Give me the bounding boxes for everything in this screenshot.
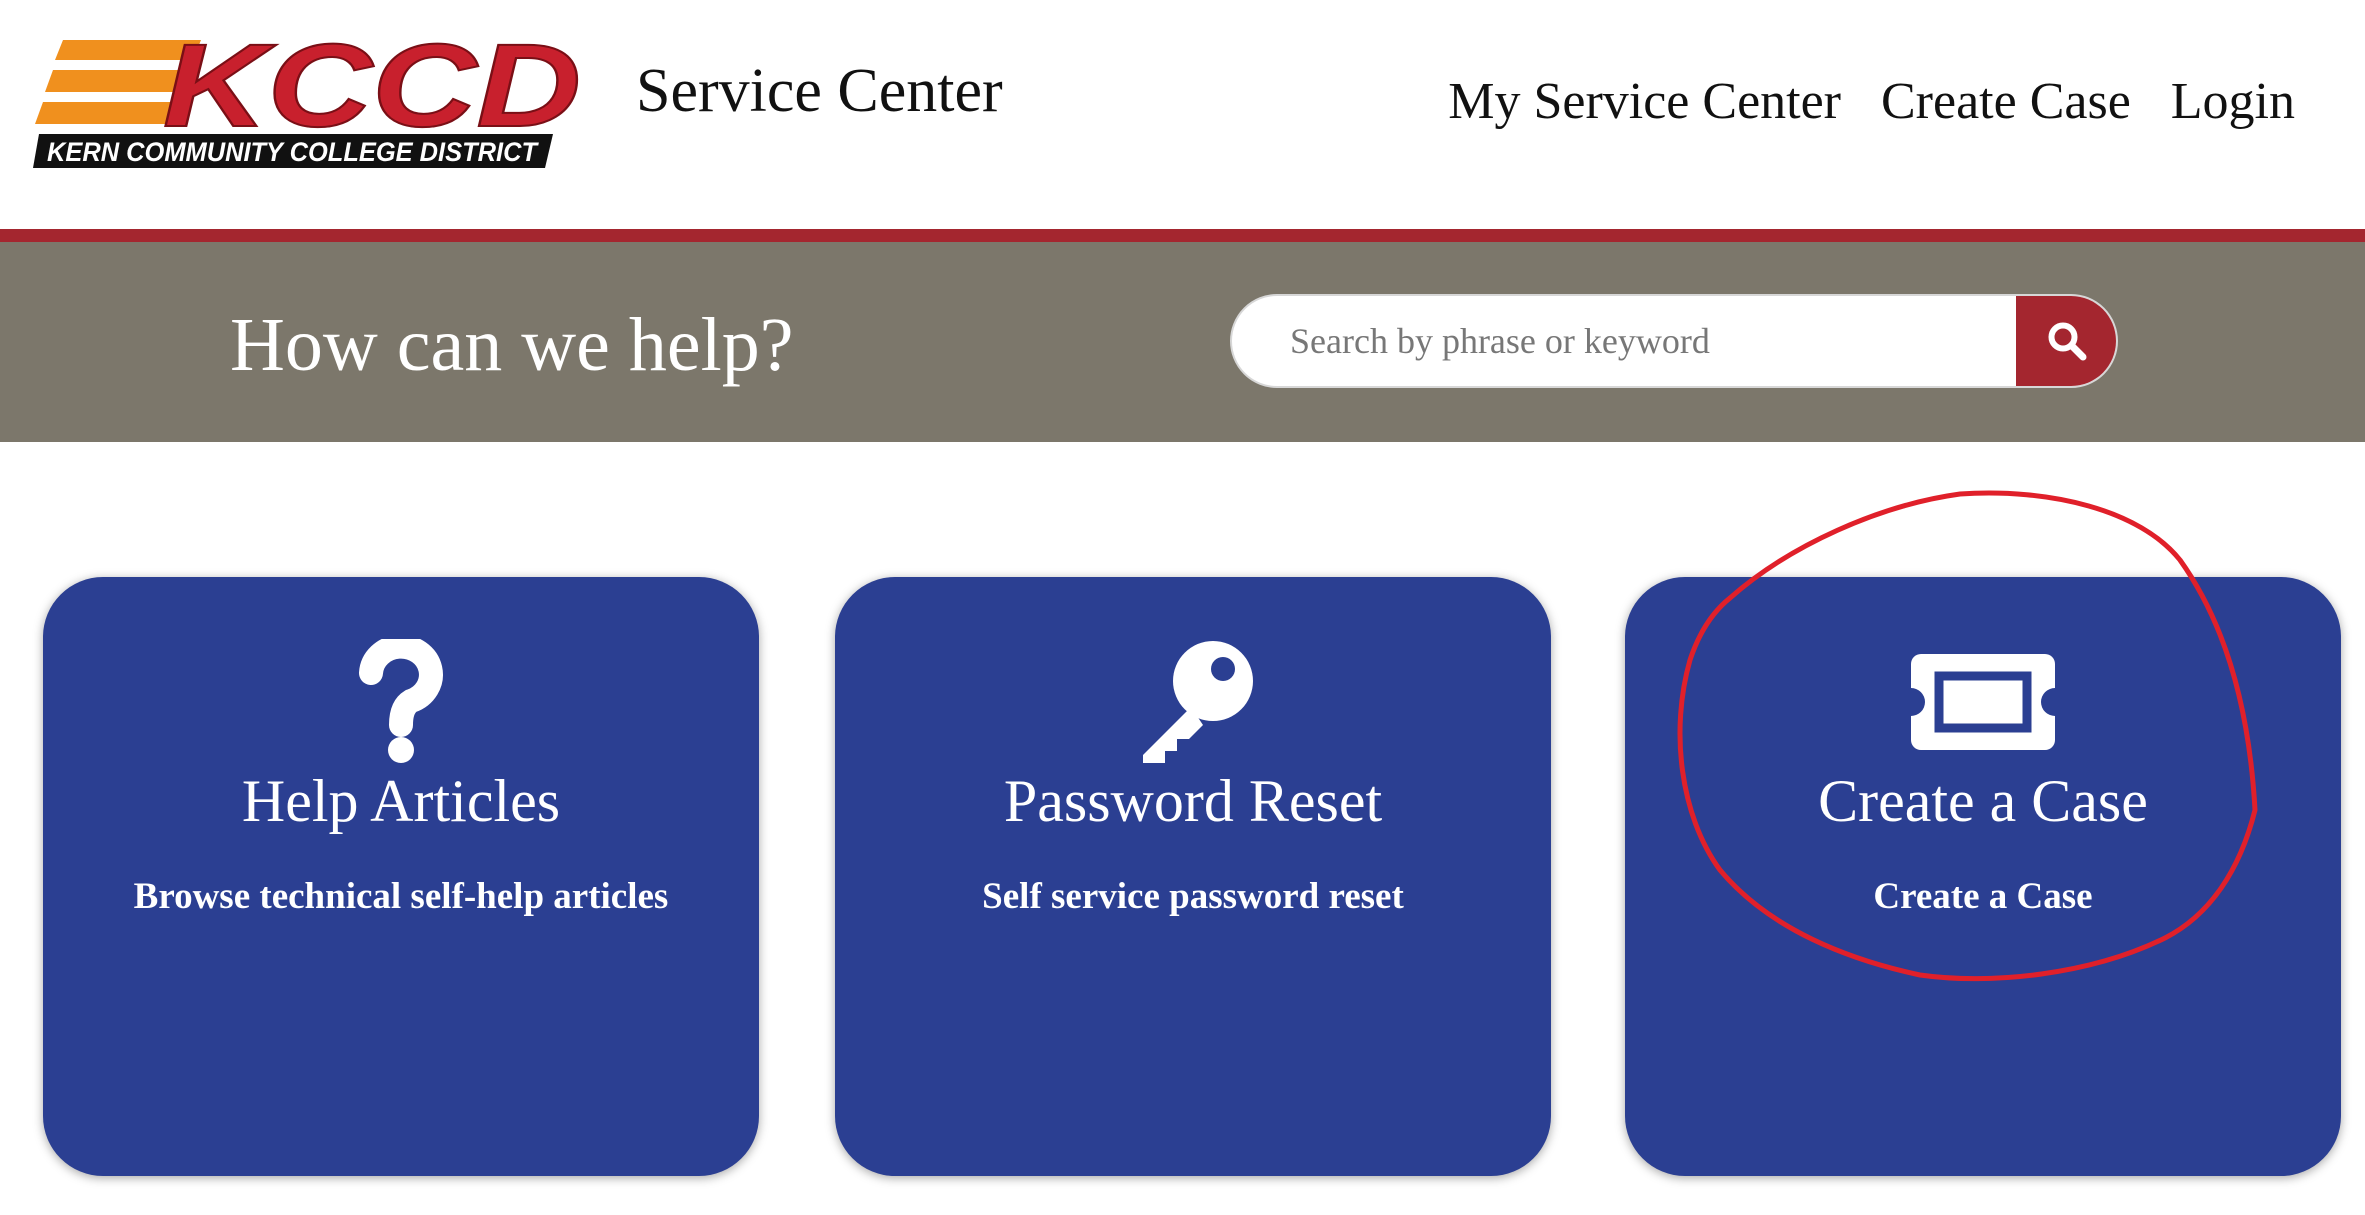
key-icon bbox=[835, 637, 1551, 765]
tile-subtitle: Self service password reset bbox=[982, 876, 1404, 917]
tile-create-case[interactable]: Create a Case Create a Case bbox=[1625, 577, 2341, 1176]
search-button[interactable] bbox=[2016, 296, 2116, 386]
tile-subtitle: Create a Case bbox=[1873, 876, 2093, 917]
tile-title: Help Articles bbox=[241, 768, 561, 834]
site-header: KCCD KERN COMMUNITY COLLEGE DISTRICT Ser… bbox=[0, 0, 2365, 229]
hero-title: How can we help? bbox=[230, 303, 794, 387]
search-icon bbox=[2048, 322, 2087, 361]
tile-title: Password Reset bbox=[1003, 768, 1383, 834]
site-title: Service Center bbox=[636, 57, 1003, 125]
kccd-logo[interactable]: KCCD KERN COMMUNITY COLLEGE DISTRICT bbox=[33, 36, 585, 168]
nav-create-case[interactable]: Create Case bbox=[1881, 72, 2131, 131]
logo-tagline: KERN COMMUNITY COLLEGE DISTRICT bbox=[47, 137, 539, 167]
question-mark-icon bbox=[43, 639, 759, 763]
tile-title: Create a Case bbox=[1818, 768, 2148, 834]
search-input[interactable] bbox=[1232, 296, 2012, 386]
ticket-icon bbox=[1625, 654, 2341, 750]
tile-subtitle: Browse technical self-help articles bbox=[133, 876, 669, 917]
tile-password-reset[interactable]: Password Reset Self service password res… bbox=[835, 577, 1551, 1176]
tile-help-articles[interactable]: Help Articles Browse technical self-help… bbox=[43, 577, 759, 1176]
nav-login[interactable]: Login bbox=[2171, 72, 2295, 131]
header-divider bbox=[0, 229, 2365, 242]
top-nav: My Service Center Create Case Login bbox=[1448, 72, 2295, 131]
search-bar bbox=[1230, 294, 2118, 388]
nav-my-service-center[interactable]: My Service Center bbox=[1448, 72, 1841, 131]
hero-banner: How can we help? bbox=[0, 242, 2365, 442]
